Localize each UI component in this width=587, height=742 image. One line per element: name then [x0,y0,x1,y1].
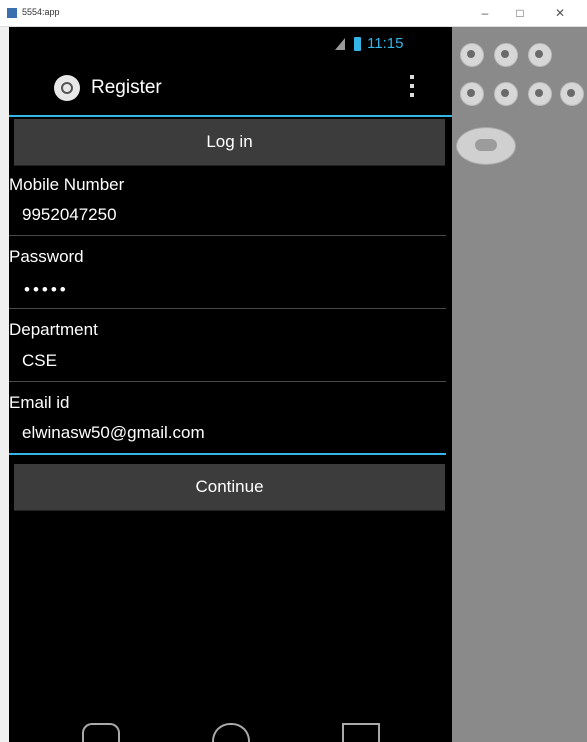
app-logo-icon[interactable] [54,75,80,101]
password-value: ••••• [24,280,69,299]
maximize-button[interactable]: □ [505,3,535,23]
department-field[interactable]: CSE [9,347,446,382]
continue-button[interactable]: Continue [14,464,445,511]
status-bar: 11:15 [9,27,452,55]
email-label: Email id [9,393,70,412]
email-value: elwinasw50@gmail.com [22,423,205,442]
search-button-icon[interactable] [560,82,584,106]
department-value: CSE [22,351,57,370]
back-icon[interactable] [82,723,120,742]
dpad-control[interactable] [456,127,516,165]
login-button[interactable]: Log in [14,119,445,166]
power-button-icon[interactable] [528,43,552,67]
emulator-app-icon [7,8,17,18]
volume-down-button-icon[interactable] [460,43,484,67]
department-label: Department [9,320,98,339]
close-button[interactable]: ✕ [545,3,575,23]
menu-button-icon[interactable] [494,82,518,106]
recent-apps-icon[interactable] [342,723,380,742]
battery-icon [354,37,361,51]
navigation-bar [9,717,452,742]
password-label: Password [9,247,84,266]
volume-up-button-icon[interactable] [494,43,518,67]
page-title: Register [91,77,162,98]
mobile-number-value: 9952047250 [22,205,117,224]
home-icon[interactable] [212,723,250,742]
window-title: 5554:app [22,7,60,17]
status-clock: 11:15 [367,35,404,52]
overflow-menu-icon[interactable] [409,75,415,101]
emulator-title-bar: 5554:app – □ ✕ [0,0,587,27]
mobile-number-label: Mobile Number [9,175,125,194]
back-button-icon[interactable] [528,82,552,106]
action-bar: Register [9,61,452,117]
home-button-icon[interactable] [460,82,484,106]
minimize-button[interactable]: – [470,3,500,23]
mobile-number-field[interactable]: 9952047250 [9,201,446,236]
android-screen: 11:15 Register Log in Mobile Number 9952… [9,27,452,742]
emulator-control-panel [452,27,587,742]
signal-icon [335,38,345,50]
email-field[interactable]: elwinasw50@gmail.com [9,419,446,455]
password-field[interactable]: ••••• [9,274,446,309]
